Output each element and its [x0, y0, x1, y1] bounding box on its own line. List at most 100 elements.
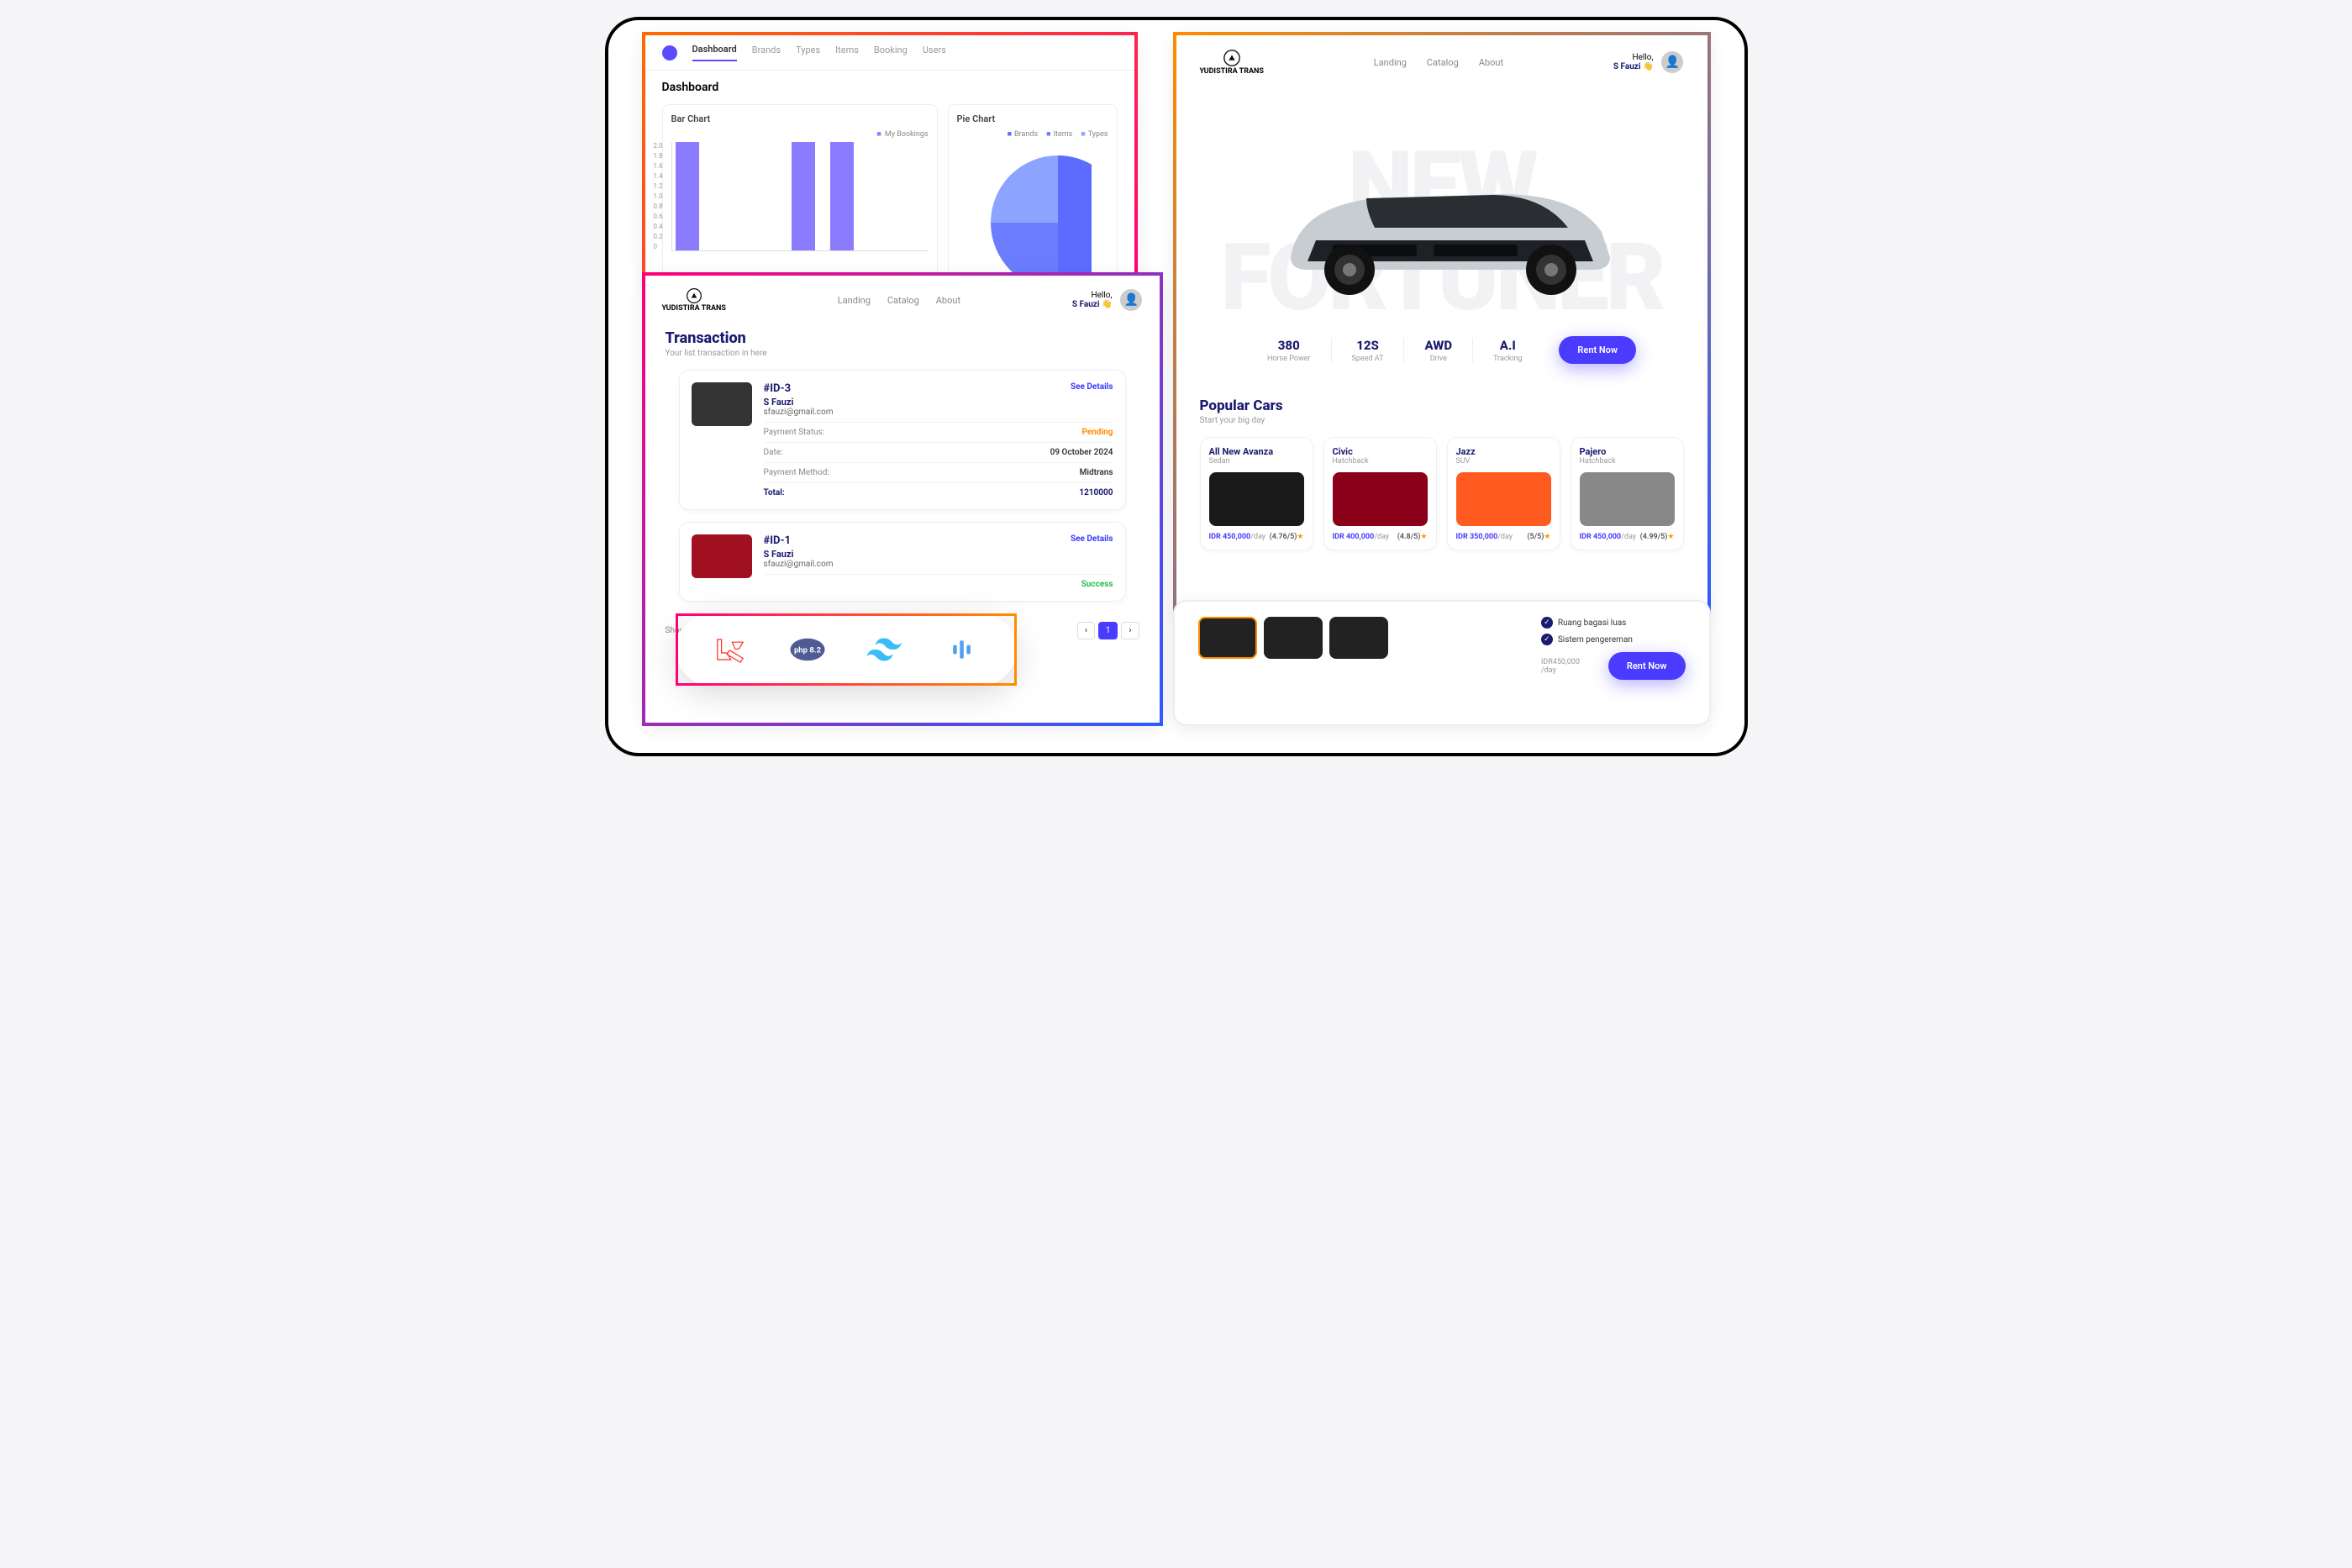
detail-snippet-panel: Ruang bagasi luas Sistem pengereman IDR4…	[1173, 600, 1711, 726]
car-type: SUV	[1456, 457, 1551, 466]
car-name: Civic	[1333, 446, 1428, 457]
value-payment-status: Success	[1081, 580, 1113, 589]
hero-section: NEW FORTUNER	[1176, 89, 1707, 341]
bar-y-axis: 2.01.81.61.41.21.00.80.60.40.20	[654, 142, 663, 250]
pie-legend: Brands Items Types	[957, 129, 1108, 139]
thumbnail[interactable]	[1198, 617, 1257, 659]
transaction-id: #ID-3	[764, 382, 834, 395]
nav-landing[interactable]: Landing	[838, 295, 871, 306]
avatar-icon[interactable]: 👤	[1661, 51, 1683, 73]
pagination-prev-button[interactable]: ‹	[1077, 622, 1095, 639]
see-details-link[interactable]: See Details	[1071, 382, 1113, 392]
label-payment-method: Payment Method:	[764, 468, 829, 477]
nav-about[interactable]: About	[1479, 57, 1503, 68]
site-header: YUDISTIRA TRANS Landing Catalog About He…	[645, 276, 1160, 324]
dashboard-panel: Dashboard Brands Types Items Booking Use…	[642, 32, 1138, 284]
car-name: Jazz	[1456, 446, 1551, 457]
transactions-subheading: Your list transaction in here	[666, 349, 1139, 358]
value-payment-status: Pending	[1082, 428, 1113, 437]
pagination-next-button[interactable]: ›	[1121, 622, 1139, 639]
car-type: Hatchback	[1580, 457, 1675, 466]
bar-chart-title: Bar Chart	[671, 113, 929, 124]
nav-about[interactable]: About	[936, 295, 960, 306]
brand-logo-icon	[686, 287, 702, 304]
car-type: Hatchback	[1333, 457, 1428, 466]
tailwind-icon	[866, 631, 903, 668]
label-total: Total:	[764, 488, 785, 497]
spec-drive: AWDDrive	[1404, 338, 1473, 363]
car-name: All New Avanza	[1209, 446, 1304, 457]
feature-item: Ruang bagasi luas	[1541, 617, 1686, 629]
avatar-icon[interactable]: 👤	[1120, 289, 1142, 311]
detail-price: IDR450,000/day	[1541, 658, 1580, 675]
tab-types[interactable]: Types	[796, 45, 820, 61]
bar-chart-card: Bar Chart My Bookings 2.01.81.61.41.21.0…	[662, 104, 938, 282]
livewire-icon	[944, 631, 981, 668]
brand-logo[interactable]: YUDISTIRA TRANS	[1200, 49, 1264, 76]
bar-legend-item: My Bookings	[876, 129, 928, 139]
pie-chart-title: Pie Chart	[957, 113, 1108, 124]
thumbnail-row	[1198, 617, 1388, 659]
tab-items[interactable]: Items	[835, 45, 859, 61]
car-image-icon	[1456, 472, 1551, 526]
spec-tracking: A.ITracking	[1473, 338, 1542, 363]
popular-cars-section: Popular Cars Start your big day All New …	[1176, 364, 1707, 550]
car-card[interactable]: Jazz SUV IDR 350,000/day(5/5)★	[1447, 437, 1560, 550]
svg-text:php 8.2: php 8.2	[793, 646, 821, 655]
bar-chart: 2.01.81.61.41.21.00.80.60.40.20	[671, 142, 929, 251]
user-menu[interactable]: Hello, S Fauzi 👋 👤	[1072, 289, 1143, 311]
bar-4	[792, 142, 815, 250]
car-card[interactable]: Pajero Hatchback IDR 450,000/day(4.99/5)…	[1571, 437, 1684, 550]
star-icon: ★	[1667, 533, 1674, 541]
username: S Fauzi	[1613, 62, 1641, 71]
nav-catalog[interactable]: Catalog	[1427, 57, 1459, 68]
value-date: 09 October 2024	[1050, 448, 1113, 457]
app-logo-icon	[660, 43, 679, 62]
popular-subheading: Start your big day	[1200, 416, 1684, 425]
username: S Fauzi	[1072, 300, 1100, 309]
page-title: Dashboard	[645, 71, 1134, 104]
car-thumbnail-icon	[692, 382, 752, 426]
main-nav: Landing Catalog About	[838, 295, 960, 306]
greeting: Hello,	[1613, 53, 1654, 62]
transactions-heading: Transaction	[666, 329, 1139, 347]
car-type: Sedan	[1209, 457, 1304, 466]
thumbnail[interactable]	[1264, 617, 1323, 659]
car-name: Pajero	[1580, 446, 1675, 457]
user-menu[interactable]: Hello, S Fauzi 👋 👤	[1613, 51, 1684, 73]
car-card[interactable]: All New Avanza Sedan IDR 450,000/day(4.7…	[1200, 437, 1313, 550]
nav-catalog[interactable]: Catalog	[887, 295, 919, 306]
bar-5	[830, 142, 854, 250]
tab-users[interactable]: Users	[923, 45, 946, 61]
tab-brands[interactable]: Brands	[752, 45, 781, 61]
tab-dashboard[interactable]: Dashboard	[692, 44, 737, 61]
pagination-page-button[interactable]: 1	[1098, 622, 1118, 639]
label-date: Date:	[764, 448, 783, 457]
nav-landing[interactable]: Landing	[1374, 57, 1407, 68]
dashboard-nav: Dashboard Brands Types Items Booking Use…	[645, 35, 1134, 71]
main-nav: Landing Catalog About	[1374, 57, 1503, 68]
site-header: YUDISTIRA TRANS Landing Catalog About He…	[1176, 35, 1707, 89]
transaction-email: sfauzi@gmail.com	[764, 560, 834, 569]
tab-booking[interactable]: Booking	[874, 45, 908, 61]
transaction-id: #ID-1	[764, 534, 834, 547]
car-image-icon	[1580, 472, 1675, 526]
laravel-icon	[712, 631, 749, 668]
transaction-email: sfauzi@gmail.com	[764, 408, 834, 417]
rent-now-button[interactable]: Rent Now	[1608, 652, 1686, 680]
bar-1	[676, 142, 699, 250]
php-icon: php 8.2	[789, 631, 826, 668]
transaction-card: #ID-3 S Fauzi sfauzi@gmail.com See Detai…	[679, 370, 1126, 510]
transaction-card: #ID-1 S Fauzi sfauzi@gmail.com See Detai…	[679, 522, 1126, 602]
label-payment-status	[764, 580, 766, 589]
brand-logo[interactable]: YUDISTIRA TRANS	[662, 287, 726, 313]
thumbnail[interactable]	[1329, 617, 1388, 659]
spec-speed: 12SSpeed AT	[1332, 338, 1405, 363]
star-icon: ★	[1544, 533, 1550, 541]
see-details-link[interactable]: See Details	[1071, 534, 1113, 544]
car-card[interactable]: Civic Hatchback IDR 400,000/day(4.8/5)★	[1323, 437, 1437, 550]
tech-stack-pill: php 8.2	[676, 613, 1017, 686]
tablet-frame: Dashboard Brands Types Items Booking Use…	[605, 17, 1748, 756]
star-icon: ★	[1297, 533, 1303, 541]
brand-logo-icon	[1223, 49, 1241, 67]
